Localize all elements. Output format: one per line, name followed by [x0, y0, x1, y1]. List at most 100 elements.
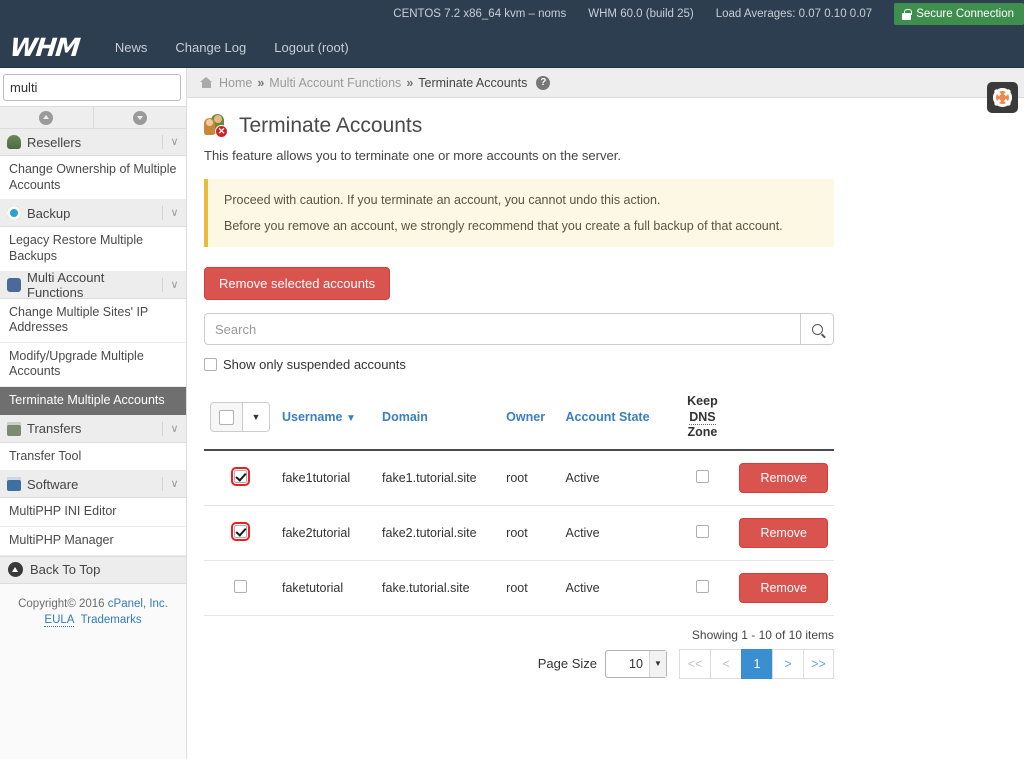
transfers-icon — [7, 421, 21, 436]
keep-dns-zone-checkbox[interactable] — [695, 579, 709, 593]
breadcrumb-multi-account-functions[interactable]: Multi Account Functions — [269, 76, 401, 90]
sidebar-item-multiphp-ini-editor[interactable]: MultiPHP INI Editor — [0, 498, 186, 527]
breadcrumb-separator: » — [406, 75, 414, 90]
cell-domain: fake.tutorial.site — [376, 560, 501, 616]
keep-dns-suffix: Zone — [687, 425, 718, 440]
cpanel-inc-link[interactable]: cPanel, Inc. — [108, 598, 168, 610]
cell-username: fake2tutorial — [276, 505, 377, 561]
select-all-checkbox[interactable] — [211, 403, 243, 432]
trademarks-link[interactable]: Trademarks — [81, 614, 142, 626]
cell-keep-dns-zone — [671, 560, 734, 616]
row-select-checkbox[interactable] — [230, 466, 250, 486]
help-icon[interactable]: ? — [536, 75, 551, 90]
pagination-area: Showing 1 - 10 of 10 items Page Size 10 … — [204, 628, 834, 679]
sidebar-group-multi-account-functions[interactable]: Multi Account Functions ∨ — [0, 269, 186, 300]
home-icon — [200, 77, 213, 88]
sidebar-group-software[interactable]: Software ∨ — [0, 471, 186, 499]
select-all-group: ▼ — [210, 402, 270, 433]
expand-all-button[interactable] — [94, 107, 187, 128]
page-title: ✕ Terminate Accounts — [204, 114, 1004, 138]
sidebar-copyright: Copyright© 2016 cPanel, Inc. EULA Tradem… — [0, 583, 186, 639]
sidebar-item-transfer-tool[interactable]: Transfer Tool — [0, 442, 186, 472]
remove-selected-accounts-button[interactable]: Remove selected accounts — [204, 267, 391, 300]
nav-link-logout[interactable]: Logout (root) — [260, 40, 362, 55]
search-input[interactable] — [204, 313, 800, 345]
top-nav-bar: WHM News Change Log Logout (root) — [0, 28, 1024, 68]
page-body: ✕ Terminate Accounts This feature allows… — [187, 98, 1024, 679]
keep-dns-zone-checkbox[interactable] — [695, 524, 709, 538]
row-remove-button[interactable]: Remove — [739, 517, 828, 548]
th-owner[interactable]: Owner — [500, 388, 560, 451]
row-remove-button[interactable]: Remove — [739, 462, 828, 493]
resellers-icon — [7, 135, 21, 149]
table-header-row: ▼ Username ▼ Domain Owner Account State … — [204, 388, 834, 451]
th-account-state[interactable]: Account State — [559, 388, 672, 451]
secure-connection-badge[interactable]: Secure Connection — [894, 3, 1024, 25]
table-head: ▼ Username ▼ Domain Owner Account State … — [204, 388, 834, 451]
back-to-top-button[interactable]: Back To Top — [0, 555, 186, 584]
cell-owner: root — [500, 505, 560, 561]
th-domain[interactable]: Domain — [376, 388, 501, 451]
table-row: fake2tutorial fake2.tutorial.site root A… — [204, 505, 834, 561]
sidebar-item-modify-upgrade-multiple[interactable]: Modify/Upgrade Multiple Accounts — [0, 342, 186, 387]
th-select-all: ▼ — [204, 388, 276, 451]
sidebar-group-transfers[interactable]: Transfers ∨ — [0, 415, 186, 443]
warning-line-1: Proceed with caution. If you terminate a… — [224, 193, 661, 207]
sidebar-item-terminate-multiple-accounts[interactable]: Terminate Multiple Accounts — [0, 387, 186, 416]
page-size-label: Page Size — [537, 656, 597, 672]
search-submit-button[interactable] — [800, 313, 834, 345]
chevron-down-icon: ∨ — [162, 421, 186, 436]
breadcrumb-home[interactable]: Home — [219, 76, 252, 90]
server-os-info: CENTOS 7.2 x86_64 kvm – noms — [393, 8, 567, 20]
next-page-button[interactable]: > — [772, 648, 803, 679]
chevron-down-icon: ∨ — [162, 477, 186, 492]
cell-owner: root — [500, 560, 560, 616]
cell-account-state: Active — [559, 505, 672, 561]
table-search-row — [204, 313, 834, 345]
warning-callout: Proceed with caution. If you terminate a… — [204, 179, 834, 247]
backup-icon — [7, 206, 21, 221]
sidebar-search-input[interactable] — [4, 75, 186, 100]
chevron-up-icon — [39, 110, 54, 125]
sidebar: ✕ Resellers ∨ Change Ownership of Multip… — [0, 68, 187, 759]
page-button-1[interactable]: 1 — [741, 648, 772, 679]
first-page-button[interactable]: << — [679, 648, 710, 679]
dns-abbreviation[interactable]: DNS — [689, 409, 716, 425]
sidebar-item-change-ownership[interactable]: Change Ownership of Multiple Accounts — [0, 156, 186, 201]
sidebar-group-label: Backup — [27, 205, 71, 221]
search-icon — [811, 323, 823, 335]
nav-link-news[interactable]: News — [101, 40, 162, 55]
th-username[interactable]: Username ▼ — [276, 388, 377, 451]
row-select-checkbox[interactable] — [230, 521, 250, 541]
sidebar-item-change-multiple-sites-ip[interactable]: Change Multiple Sites' IP Addresses — [0, 298, 186, 343]
nav-link-change-log[interactable]: Change Log — [161, 40, 260, 55]
cell-account-state: Active — [559, 560, 672, 616]
sidebar-group-label: Transfers — [27, 421, 82, 437]
page-size-value: 10 — [629, 656, 643, 671]
keep-dns-zone-checkbox[interactable] — [695, 469, 709, 483]
lock-icon — [902, 8, 912, 20]
row-select-checkbox[interactable] — [233, 579, 247, 593]
page-title-text: Terminate Accounts — [239, 114, 423, 137]
cell-owner: root — [500, 449, 560, 506]
sidebar-item-legacy-restore[interactable]: Legacy Restore Multiple Backups — [0, 227, 186, 272]
row-remove-button[interactable]: Remove — [739, 572, 828, 603]
page-size-select[interactable]: 10 ▼ — [605, 649, 667, 678]
chevron-down-icon: ∨ — [162, 206, 186, 221]
select-all-dropdown-button[interactable]: ▼ — [243, 403, 269, 432]
sidebar-group-label: Multi Account Functions — [27, 269, 105, 300]
sidebar-item-multiphp-manager[interactable]: MultiPHP Manager — [0, 526, 186, 556]
sidebar-group-backup[interactable]: Backup ∨ — [0, 200, 186, 228]
secure-connection-label: Secure Connection — [916, 8, 1014, 20]
page-layout: ✕ Resellers ∨ Change Ownership of Multip… — [0, 68, 1024, 759]
copyright-text: Copyright© 2016 — [18, 597, 108, 610]
breadcrumb-current: Terminate Accounts — [418, 75, 528, 90]
eula-link[interactable]: EULA — [44, 614, 75, 628]
last-page-button[interactable]: >> — [803, 648, 834, 679]
show-only-suspended-checkbox[interactable] — [204, 358, 217, 371]
cell-action: Remove — [733, 505, 834, 561]
sidebar-group-resellers[interactable]: Resellers ∨ — [0, 129, 186, 156]
previous-page-button[interactable]: < — [710, 648, 741, 679]
collapse-all-button[interactable] — [0, 107, 94, 128]
whm-logo[interactable]: WHM — [8, 33, 80, 62]
